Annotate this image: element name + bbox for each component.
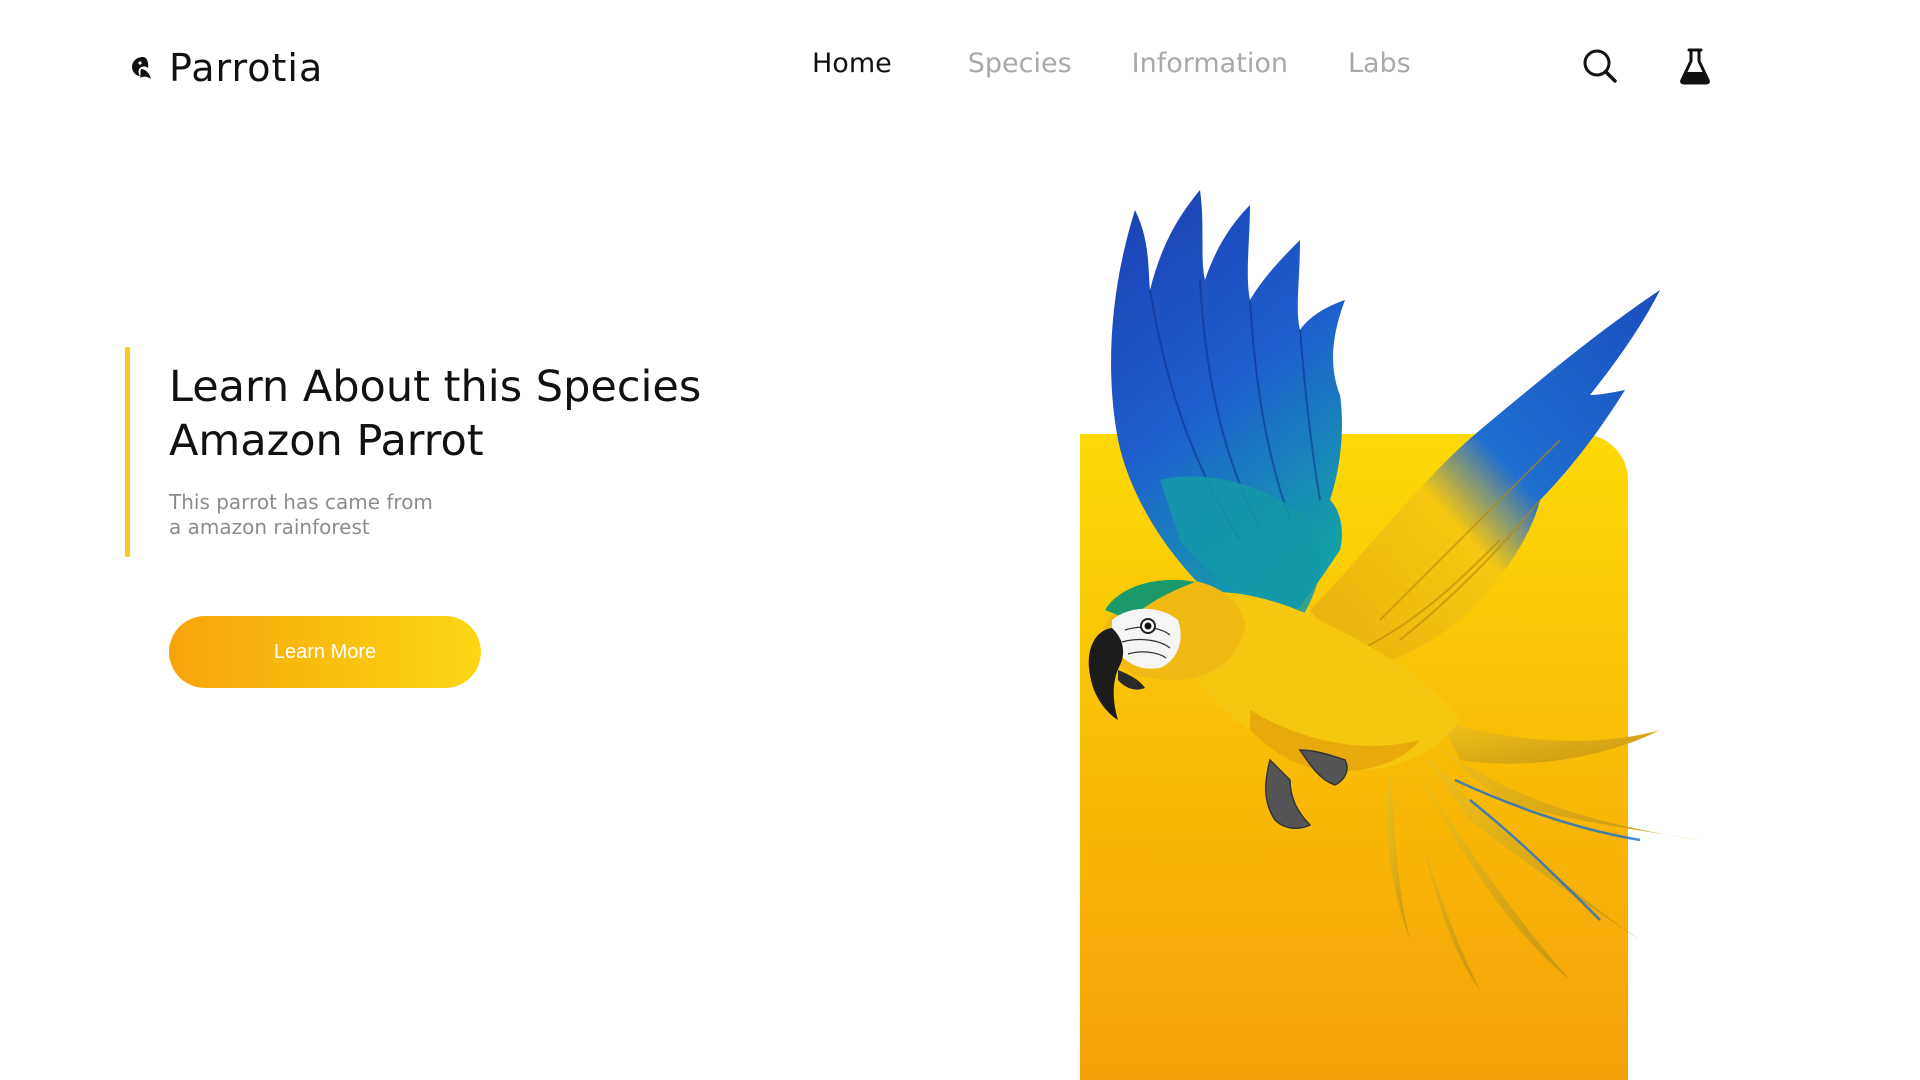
flask-icon bbox=[1680, 48, 1710, 85]
nav-home[interactable]: Home bbox=[812, 48, 892, 79]
accent-bar bbox=[125, 347, 130, 557]
nav-information[interactable]: Information bbox=[1132, 48, 1288, 79]
species-heading: Amazon Parrot bbox=[169, 416, 484, 466]
macaw-parrot-image bbox=[1088, 190, 1700, 990]
search-button[interactable] bbox=[1580, 46, 1620, 86]
nav-species[interactable]: Species bbox=[968, 48, 1072, 79]
learn-more-button[interactable]: Learn More bbox=[169, 616, 481, 688]
labs-button[interactable] bbox=[1675, 46, 1715, 86]
hero-title: Learn About this Species bbox=[169, 362, 702, 412]
species-description: This parrot has came from a amazon rainf… bbox=[169, 490, 489, 540]
search-icon bbox=[1583, 49, 1617, 83]
description-line-2: a amazon rainforest bbox=[169, 515, 370, 539]
main-nav: Home Species Information Labs bbox=[812, 48, 1411, 79]
parrot-logo-icon bbox=[132, 57, 151, 79]
brand-logo[interactable]: Parrotia bbox=[127, 40, 323, 96]
brand-name: Parrotia bbox=[169, 46, 324, 90]
nav-labs[interactable]: Labs bbox=[1348, 48, 1411, 79]
description-line-1: This parrot has came from bbox=[169, 490, 433, 514]
